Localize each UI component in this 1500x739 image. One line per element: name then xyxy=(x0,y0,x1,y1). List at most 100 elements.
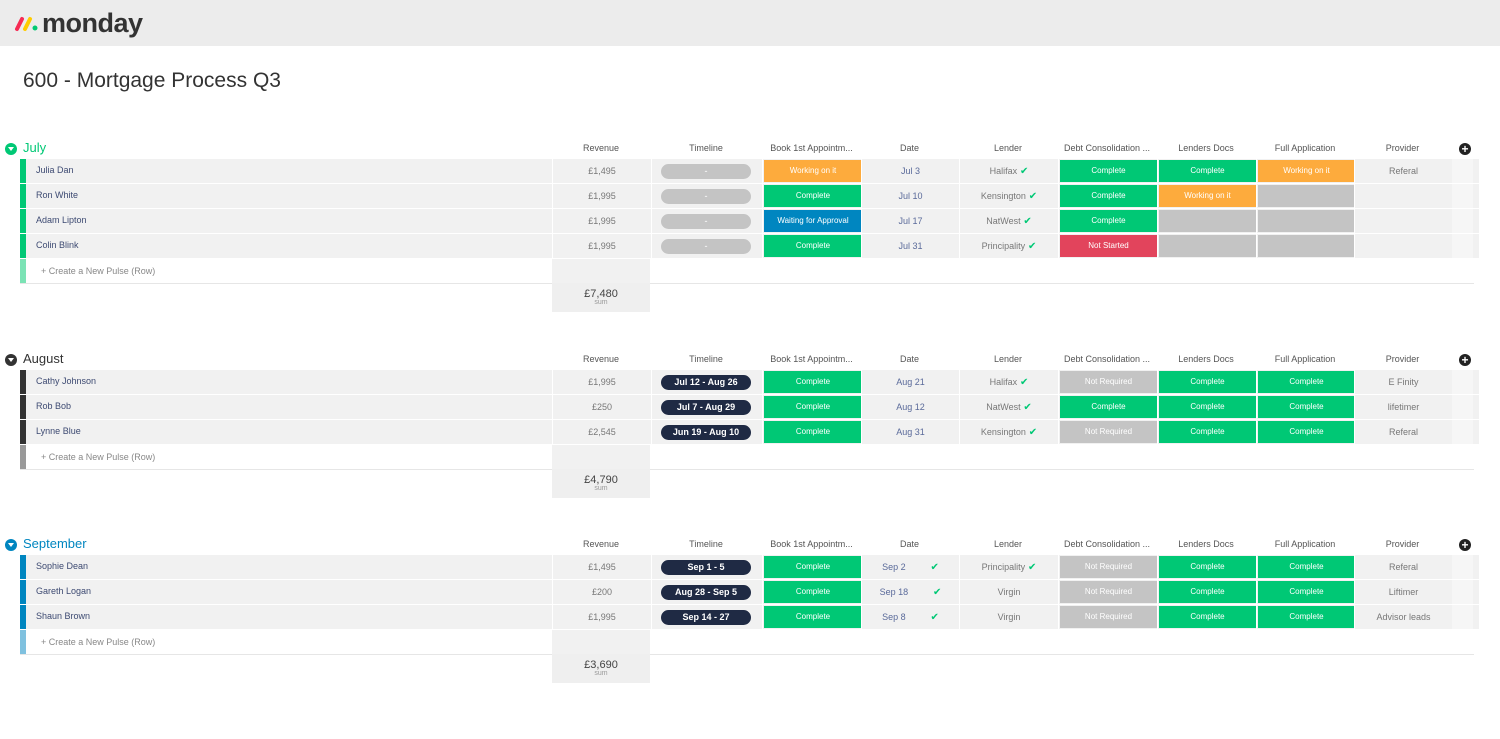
lender-cell[interactable]: NatWest ✔ xyxy=(959,395,1058,419)
debt-consolidation-cell[interactable]: Not Required xyxy=(1058,370,1157,394)
timeline-pill[interactable]: Aug 28 - Sep 5 xyxy=(661,585,751,600)
book-appointment-cell[interactable]: Complete xyxy=(762,370,862,394)
lenders-docs-status[interactable]: Complete xyxy=(1159,556,1256,578)
group-title[interactable]: July xyxy=(23,140,46,155)
debt-consolidation-cell[interactable]: Complete xyxy=(1058,159,1157,183)
timeline-cell[interactable]: Aug 28 - Sep 5 xyxy=(651,580,762,604)
column-header[interactable]: Lender xyxy=(959,354,1057,364)
debt-consolidation-cell[interactable]: Complete xyxy=(1058,184,1157,208)
board-title[interactable]: 600 - Mortgage Process Q3 xyxy=(23,69,281,93)
timeline-cell[interactable]: Sep 1 - 5 xyxy=(651,555,762,579)
lenders-docs-cell[interactable]: Complete xyxy=(1157,580,1256,604)
full-application-status[interactable]: Working on it xyxy=(1258,160,1355,182)
add-column-icon[interactable]: + xyxy=(1459,539,1471,551)
date-cell[interactable]: Aug 21 xyxy=(861,370,959,394)
create-new-row[interactable]: + Create a New Pulse (Row) xyxy=(20,630,1474,655)
provider-cell[interactable]: Referal xyxy=(1354,555,1452,579)
provider-cell[interactable]: lifetimer xyxy=(1354,395,1452,419)
lenders-docs-cell[interactable]: Complete xyxy=(1157,395,1256,419)
timeline-cell[interactable]: - xyxy=(651,234,762,258)
book-appointment-status[interactable]: Complete xyxy=(764,581,862,603)
full-application-cell[interactable] xyxy=(1256,209,1355,233)
book-appointment-status[interactable]: Complete xyxy=(764,371,862,393)
lenders-docs-status[interactable]: Working on it xyxy=(1159,185,1256,207)
revenue-cell[interactable]: £1,995 xyxy=(552,184,651,208)
lenders-docs-cell[interactable]: Working on it xyxy=(1157,184,1256,208)
column-header[interactable]: Book 1st Appointm... xyxy=(762,354,861,364)
column-header[interactable]: Lenders Docs xyxy=(1157,143,1255,153)
full-application-cell[interactable]: Complete xyxy=(1256,370,1355,394)
book-appointment-cell[interactable]: Complete xyxy=(762,555,862,579)
column-header[interactable]: Book 1st Appointm... xyxy=(762,143,861,153)
timeline-pill[interactable]: Jun 19 - Aug 10 xyxy=(661,425,751,440)
column-header[interactable]: Provider xyxy=(1354,539,1451,549)
lenders-docs-status[interactable]: Complete xyxy=(1159,606,1256,628)
column-header[interactable]: Timeline xyxy=(651,354,761,364)
debt-consolidation-status[interactable]: Not Required xyxy=(1060,421,1157,443)
lender-cell[interactable]: Principality ✔ xyxy=(959,234,1058,258)
lenders-docs-cell[interactable]: Complete xyxy=(1157,370,1256,394)
full-application-status[interactable]: Complete xyxy=(1258,371,1355,393)
column-header[interactable]: Debt Consolidation ... xyxy=(1058,354,1156,364)
table-row[interactable]: Gareth Logan £200 Aug 28 - Sep 5 Complete Se… xyxy=(20,580,1479,604)
book-appointment-status[interactable]: Working on it xyxy=(764,160,862,182)
book-appointment-status[interactable]: Complete xyxy=(764,421,862,443)
row-name[interactable]: Colin Blink xyxy=(36,240,79,250)
column-header[interactable]: Lenders Docs xyxy=(1157,354,1255,364)
book-appointment-status[interactable]: Complete xyxy=(764,185,862,207)
row-name[interactable]: Ron White xyxy=(36,190,78,200)
column-header[interactable]: Timeline xyxy=(651,143,761,153)
lender-cell[interactable]: Virgin xyxy=(959,580,1058,604)
table-row[interactable]: Rob Bob £250 Jul 7 - Aug 29 Complete Aug 12 N… xyxy=(20,395,1479,419)
debt-consolidation-cell[interactable]: Not Required xyxy=(1058,605,1157,629)
full-application-status[interactable]: Complete xyxy=(1258,606,1355,628)
revenue-cell[interactable]: £1,995 xyxy=(552,234,651,258)
timeline-cell[interactable]: - xyxy=(651,159,762,183)
column-header[interactable]: Lender xyxy=(959,539,1057,549)
date-cell[interactable]: Jul 10 xyxy=(861,184,959,208)
column-header[interactable]: Debt Consolidation ... xyxy=(1058,143,1156,153)
column-header[interactable]: Provider xyxy=(1354,143,1451,153)
book-appointment-cell[interactable]: Complete xyxy=(762,395,862,419)
create-new-row[interactable]: + Create a New Pulse (Row) xyxy=(20,445,1474,470)
collapse-toggle-icon[interactable] xyxy=(5,539,17,551)
date-cell[interactable]: Jul 31 xyxy=(861,234,959,258)
timeline-pill[interactable]: - xyxy=(661,239,751,254)
provider-cell[interactable] xyxy=(1354,234,1452,258)
create-new-row-label[interactable]: + Create a New Pulse (Row) xyxy=(41,637,155,647)
full-application-status[interactable] xyxy=(1258,235,1355,257)
timeline-pill[interactable]: Sep 14 - 27 xyxy=(661,610,751,625)
debt-consolidation-status[interactable]: Not Started xyxy=(1060,235,1157,257)
debt-consolidation-status[interactable]: Complete xyxy=(1060,210,1157,232)
provider-cell[interactable] xyxy=(1354,209,1452,233)
create-new-row-label[interactable]: + Create a New Pulse (Row) xyxy=(41,266,155,276)
debt-consolidation-cell[interactable]: Not Required xyxy=(1058,420,1157,444)
table-row[interactable]: Julia Dan £1,495- Working on it Jul 3 Halifa… xyxy=(20,159,1479,183)
timeline-cell[interactable]: Sep 14 - 27 xyxy=(651,605,762,629)
revenue-cell[interactable]: £1,495 xyxy=(552,555,651,579)
full-application-cell[interactable]: Complete xyxy=(1256,605,1355,629)
provider-cell[interactable]: E Finity xyxy=(1354,370,1452,394)
create-new-row-label[interactable]: + Create a New Pulse (Row) xyxy=(41,452,155,462)
lender-cell[interactable]: Halifax ✔ xyxy=(959,159,1058,183)
book-appointment-status[interactable]: Complete xyxy=(764,606,862,628)
date-cell[interactable]: Sep 8 ✔ xyxy=(861,605,959,629)
column-header[interactable]: Revenue xyxy=(552,539,650,549)
full-application-cell[interactable] xyxy=(1256,234,1355,258)
full-application-cell[interactable]: Working on it xyxy=(1256,159,1355,183)
debt-consolidation-cell[interactable]: Not Required xyxy=(1058,555,1157,579)
book-appointment-cell[interactable]: Complete xyxy=(762,605,862,629)
book-appointment-status[interactable]: Complete xyxy=(764,235,862,257)
book-appointment-cell[interactable]: Waiting for Approval xyxy=(762,209,862,233)
add-column-icon[interactable]: + xyxy=(1459,143,1471,155)
column-header[interactable]: Full Application xyxy=(1256,539,1354,549)
date-cell[interactable]: Jul 3 xyxy=(861,159,959,183)
debt-consolidation-cell[interactable]: Not Started xyxy=(1058,234,1157,258)
column-header[interactable]: Debt Consolidation ... xyxy=(1058,539,1156,549)
column-header[interactable]: Full Application xyxy=(1256,143,1354,153)
group-title[interactable]: August xyxy=(23,351,63,366)
full-application-status[interactable] xyxy=(1258,185,1355,207)
debt-consolidation-cell[interactable]: Not Required xyxy=(1058,580,1157,604)
book-appointment-cell[interactable]: Complete xyxy=(762,184,862,208)
revenue-cell[interactable]: £1,995 xyxy=(552,209,651,233)
